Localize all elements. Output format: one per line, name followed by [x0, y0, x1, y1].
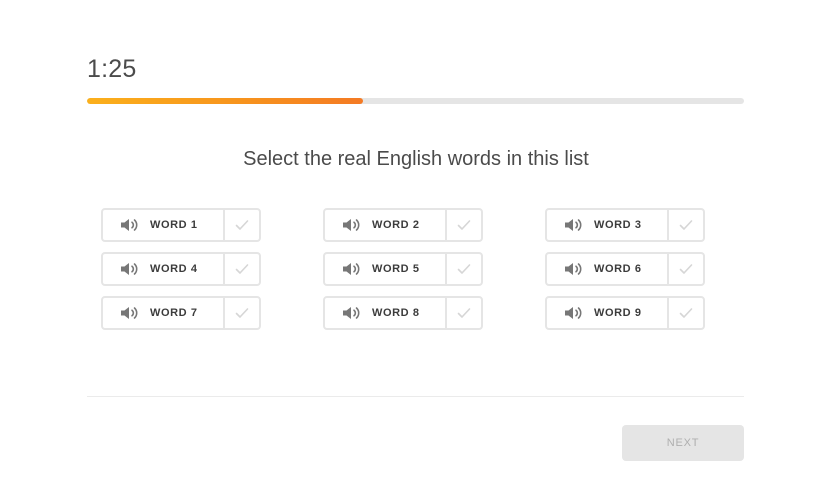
check-icon: [235, 308, 249, 318]
speaker-icon[interactable]: [120, 305, 140, 321]
word-play-area[interactable]: WORD 6: [547, 254, 667, 284]
check-icon: [679, 264, 693, 274]
word-label: WORD 7: [150, 307, 198, 319]
word-play-area[interactable]: WORD 2: [325, 210, 445, 240]
progress-bar: [87, 98, 744, 104]
word-play-area[interactable]: WORD 3: [547, 210, 667, 240]
check-icon: [235, 220, 249, 230]
speaker-icon[interactable]: [120, 217, 140, 233]
word-select-check[interactable]: [445, 298, 481, 328]
next-button[interactable]: NEXT: [622, 425, 744, 461]
speaker-icon[interactable]: [342, 261, 362, 277]
word-label: WORD 2: [372, 219, 420, 231]
word-option-8[interactable]: WORD 8: [323, 296, 483, 330]
check-icon: [457, 264, 471, 274]
test-page: 1:25 Select the real English words in th…: [0, 0, 832, 500]
word-label: WORD 8: [372, 307, 420, 319]
word-option-3[interactable]: WORD 3: [545, 208, 705, 242]
word-option-2[interactable]: WORD 2: [323, 208, 483, 242]
word-label: WORD 9: [594, 307, 642, 319]
check-icon: [457, 308, 471, 318]
word-option-1[interactable]: WORD 1: [101, 208, 261, 242]
word-label: WORD 5: [372, 263, 420, 275]
speaker-icon[interactable]: [120, 261, 140, 277]
footer-divider: [87, 396, 744, 397]
speaker-icon[interactable]: [564, 305, 584, 321]
word-select-check[interactable]: [445, 210, 481, 240]
speaker-icon[interactable]: [342, 217, 362, 233]
word-label: WORD 4: [150, 263, 198, 275]
word-select-check[interactable]: [223, 298, 259, 328]
word-select-check[interactable]: [667, 210, 703, 240]
word-play-area[interactable]: WORD 9: [547, 298, 667, 328]
word-option-7[interactable]: WORD 7: [101, 296, 261, 330]
speaker-icon[interactable]: [564, 217, 584, 233]
question-prompt: Select the real English words in this li…: [243, 148, 589, 170]
word-option-6[interactable]: WORD 6: [545, 252, 705, 286]
word-select-check[interactable]: [223, 254, 259, 284]
check-icon: [679, 308, 693, 318]
speaker-icon[interactable]: [342, 305, 362, 321]
word-select-check[interactable]: [445, 254, 481, 284]
check-icon: [457, 220, 471, 230]
word-grid: WORD 1 WORD 2 WORD 3 WORD 4 WORD 5 WORD …: [101, 208, 705, 330]
word-label: WORD 3: [594, 219, 642, 231]
speaker-icon[interactable]: [564, 261, 584, 277]
countdown-timer: 1:25: [87, 55, 137, 83]
progress-bar-fill: [87, 98, 363, 104]
word-select-check[interactable]: [667, 298, 703, 328]
check-icon: [679, 220, 693, 230]
word-select-check[interactable]: [223, 210, 259, 240]
word-play-area[interactable]: WORD 5: [325, 254, 445, 284]
word-option-5[interactable]: WORD 5: [323, 252, 483, 286]
word-play-area[interactable]: WORD 1: [103, 210, 223, 240]
word-select-check[interactable]: [667, 254, 703, 284]
word-label: WORD 6: [594, 263, 642, 275]
word-label: WORD 1: [150, 219, 198, 231]
word-play-area[interactable]: WORD 7: [103, 298, 223, 328]
word-option-4[interactable]: WORD 4: [101, 252, 261, 286]
word-play-area[interactable]: WORD 8: [325, 298, 445, 328]
check-icon: [235, 264, 249, 274]
word-play-area[interactable]: WORD 4: [103, 254, 223, 284]
word-option-9[interactable]: WORD 9: [545, 296, 705, 330]
